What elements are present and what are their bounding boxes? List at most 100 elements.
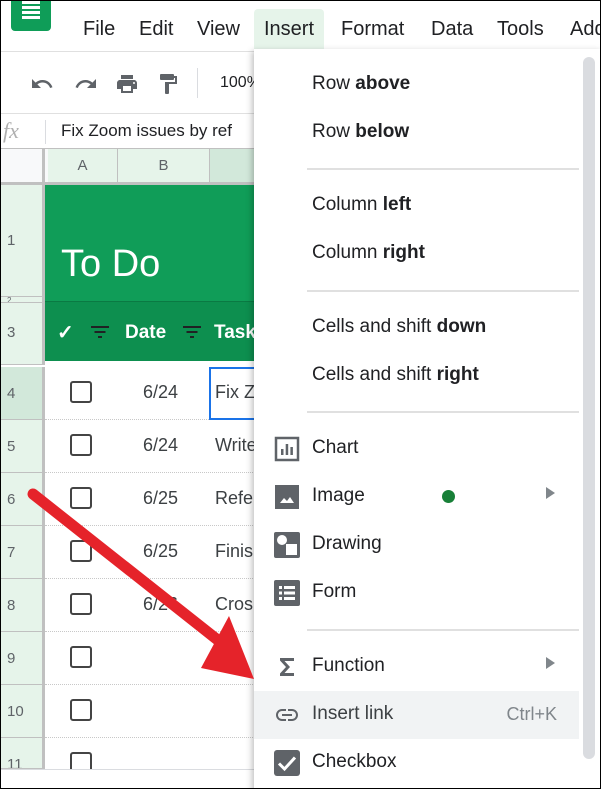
label-prefix: Cells and shift (312, 364, 437, 385)
label-prefix: Column (312, 242, 383, 263)
menu-addons[interactable]: Add (570, 17, 600, 41)
task-column-header: Task (214, 322, 256, 343)
select-all-corner[interactable] (1, 149, 45, 182)
row-header-6[interactable]: 6 (1, 473, 45, 526)
formula-input[interactable]: Fix Zoom issues by ref (61, 121, 232, 141)
label-emphasis: right (436, 364, 479, 385)
task-checkbox[interactable] (70, 487, 92, 509)
toolbar-divider (197, 68, 198, 98)
label-prefix: Row (312, 73, 356, 94)
menu-item-column-left[interactable]: Column left (254, 182, 579, 230)
menu-view[interactable]: View (197, 17, 240, 41)
menu-item-drawing[interactable]: Drawing (254, 521, 579, 569)
menu-item-cells-shift-right[interactable]: Cells and shift right (254, 352, 579, 400)
task-checkbox[interactable] (70, 593, 92, 615)
horizontal-scrollbar[interactable] (1, 769, 261, 788)
menu-item-label: Column right (312, 242, 425, 264)
menu-item-insert-link[interactable]: Insert link Ctrl+K (254, 691, 579, 739)
task-checkbox[interactable] (70, 381, 92, 403)
row-header-4[interactable]: 4 (1, 367, 45, 420)
column-header-b[interactable]: B (118, 149, 210, 182)
task-cell[interactable]: Refe (215, 488, 253, 509)
menu-item-chart[interactable]: Chart (254, 425, 579, 473)
task-checkbox[interactable] (70, 646, 92, 668)
menu-item-form[interactable]: Form (254, 569, 579, 617)
menu-data[interactable]: Data (431, 17, 473, 41)
row-header-10[interactable]: 10 (1, 685, 45, 738)
menu-item-function[interactable]: Function (254, 643, 579, 691)
table-header-row: ✓ Date Task (45, 301, 261, 361)
menu-item-label: Function (312, 655, 385, 676)
label-prefix: Row (312, 121, 356, 142)
column-header-a[interactable]: A (48, 149, 118, 182)
task-checkbox[interactable] (70, 540, 92, 562)
date-cell[interactable]: 6/25 (143, 541, 178, 562)
menu-item-row-below[interactable]: Row below (254, 109, 579, 157)
menu-tools[interactable]: Tools (497, 17, 544, 41)
row-header-7[interactable]: 7 (1, 526, 45, 579)
filter-icon[interactable] (183, 326, 201, 340)
menu-item-cells-shift-down[interactable]: Cells and shift down (254, 304, 579, 352)
label-prefix: Column (312, 194, 383, 215)
menu-edit[interactable]: Edit (139, 17, 173, 41)
menu-item-label: Row above (312, 73, 410, 95)
label-prefix: Cells and shift (312, 316, 437, 337)
submenu-arrow-icon (546, 657, 555, 669)
menu-item-label: Cells and shift down (312, 316, 486, 338)
menu-item-column-right[interactable]: Column right (254, 230, 579, 278)
task-checkbox[interactable] (70, 699, 92, 721)
row-header-9[interactable]: 9 (1, 632, 45, 685)
redo-icon[interactable] (73, 72, 99, 96)
menu-item-label: Checkbox (312, 751, 397, 772)
menu-bar: File Edit View Insert Format Data Tools … (1, 1, 600, 51)
row-header-11[interactable]: 11 (1, 738, 45, 769)
menu-item-label: Cells and shift right (312, 364, 479, 386)
menu-divider (307, 168, 579, 170)
date-cell[interactable]: 6/25 (143, 488, 178, 509)
sheets-logo-icon[interactable] (11, 1, 51, 31)
menu-item-checkbox[interactable]: Checkbox (254, 739, 579, 787)
paint-format-icon[interactable] (155, 72, 181, 96)
task-cell[interactable]: Finis (215, 541, 253, 562)
menu-format[interactable]: Format (341, 17, 404, 41)
menu-item-label: Image (312, 485, 365, 506)
menu-item-image[interactable]: Image (254, 473, 579, 521)
label-emphasis: right (382, 242, 425, 263)
form-icon (274, 580, 300, 606)
drawing-icon (274, 532, 300, 558)
new-feature-badge (442, 490, 455, 503)
table-row: 6/24 Write (45, 420, 261, 473)
task-cell[interactable]: Write (215, 435, 257, 456)
submenu-arrow-icon (546, 487, 555, 499)
title-cell[interactable]: To Do (45, 185, 261, 301)
print-icon[interactable] (114, 72, 140, 96)
table-row: 6/26 Cros (45, 579, 261, 632)
label-emphasis: left (382, 194, 412, 215)
task-checkbox[interactable] (70, 434, 92, 456)
sheet-title: To Do (61, 243, 161, 285)
date-cell[interactable]: 6/24 (143, 435, 178, 456)
date-column-header: Date (125, 322, 167, 343)
table-row: 6/25 Finis (45, 526, 261, 579)
menu-insert[interactable]: Insert (254, 9, 325, 49)
menu-file[interactable]: File (83, 17, 115, 41)
menu-scrollbar[interactable] (583, 57, 595, 759)
task-cell[interactable]: Cros (215, 594, 253, 615)
date-cell[interactable]: 6/26 (143, 594, 178, 615)
undo-icon[interactable] (29, 72, 55, 96)
image-icon (275, 485, 299, 509)
menu-item-label: Drawing (312, 533, 382, 554)
date-cell[interactable]: 6/24 (143, 382, 178, 403)
filter-icon[interactable] (91, 326, 109, 340)
column-headers: A B (1, 149, 261, 185)
task-checkbox[interactable] (70, 752, 92, 769)
table-row (45, 685, 261, 738)
row-header-3[interactable]: 3 (1, 303, 45, 365)
chart-icon (274, 436, 300, 462)
menu-divider (307, 629, 579, 631)
menu-item-row-above[interactable]: Row above (254, 61, 579, 109)
row-header-1[interactable]: 1 (1, 185, 45, 297)
row-header-5[interactable]: 5 (1, 420, 45, 473)
row-header-8[interactable]: 8 (1, 579, 45, 632)
menu-item-label: Chart (312, 437, 359, 458)
